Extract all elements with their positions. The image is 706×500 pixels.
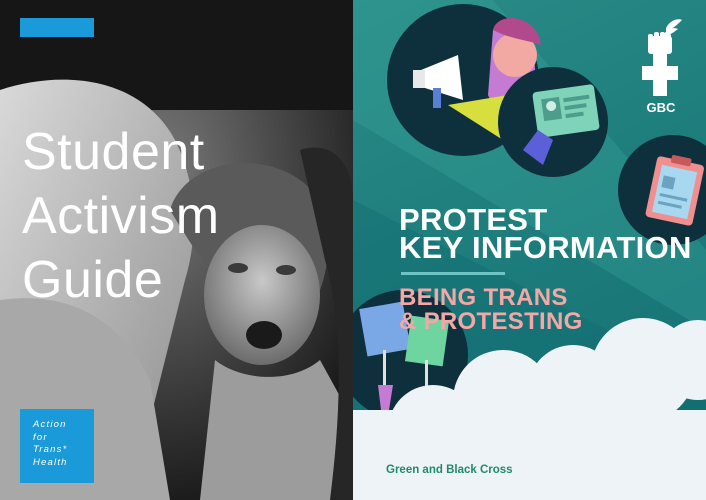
accent-bar bbox=[20, 18, 94, 37]
cover-title: Student Activism Guide bbox=[22, 123, 220, 309]
publisher-name: Green and Black Cross bbox=[386, 464, 513, 476]
badge-line: for bbox=[33, 431, 48, 443]
heading-divider bbox=[401, 272, 505, 275]
protest-key-information-heading: PROTEST KEY INFORMATION bbox=[399, 202, 692, 265]
badge-line: Health bbox=[33, 456, 68, 468]
action-for-trans-health-badge: Action for Trans* Health bbox=[20, 409, 94, 483]
id-card-circle bbox=[498, 67, 608, 177]
student-activism-guide-cover: Student Activism Guide Action for Trans*… bbox=[0, 0, 353, 500]
protest-key-information-cover: GBC PROTEST KEY INFORMATION BEING TRANS … bbox=[353, 0, 706, 500]
badge-line: Trans* bbox=[33, 444, 68, 455]
badge-line: Action bbox=[33, 419, 67, 430]
gbc-logo-text: GBC bbox=[646, 100, 676, 115]
being-trans-subheading: BEING TRANS & PROTESTING bbox=[399, 284, 583, 335]
